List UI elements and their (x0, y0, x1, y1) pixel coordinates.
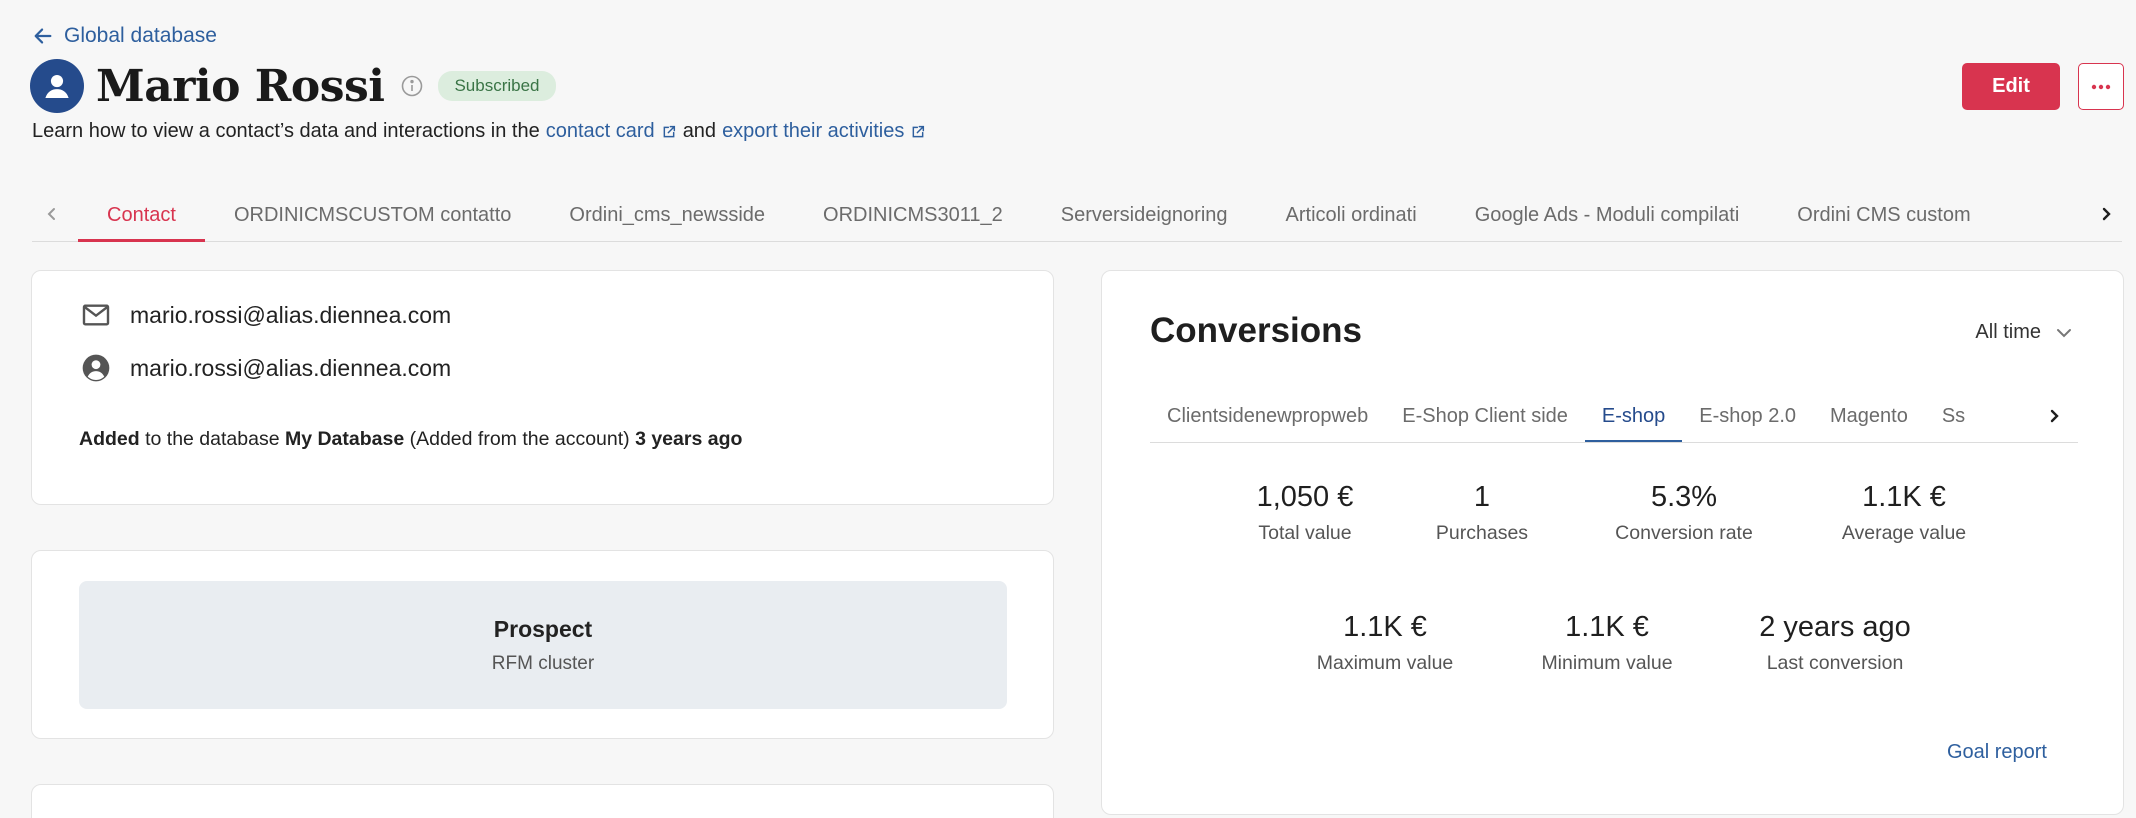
conversion-tabs-scroll-right-button[interactable] (2042, 401, 2066, 431)
tabs: Contact ORDINICMSCUSTOM contatto Ordini_… (78, 194, 2088, 242)
rfm-cluster-value: Prospect (493, 615, 593, 642)
export-activities-link[interactable]: export their activities (722, 120, 926, 143)
tab-articoli-ordinati[interactable]: Articoli ordinati (1257, 194, 1446, 242)
tab-serversideignoring[interactable]: Serversideignoring (1032, 194, 1257, 242)
stat-purchases: 1 Purchases (1436, 481, 1528, 545)
stat-value: 1,050 € (1256, 481, 1354, 513)
added-word: Added (79, 428, 140, 450)
tab-ordinicmscustom-contatto[interactable]: ORDINICMSCUSTOM contatto (205, 194, 540, 242)
stat-label: Maximum value (1316, 652, 1454, 674)
time-range-value: All time (1975, 321, 2041, 343)
tabs-scroll-right-button[interactable] (2094, 200, 2118, 228)
help-mid: and (682, 120, 717, 142)
status-badge: Subscribed (438, 71, 556, 101)
stat-average-value: 1.1K € Average value (1842, 481, 1966, 545)
chevron-left-icon (47, 208, 55, 220)
avatar (30, 59, 84, 113)
conversions-title: Conversions (1150, 311, 1362, 350)
additional-card (31, 784, 1054, 818)
tab-eshop[interactable]: E-shop (1584, 395, 1683, 442)
stat-last-conversion: 2 years ago Last conversion (1759, 611, 1911, 675)
stat-value: 2 years ago (1759, 611, 1911, 643)
tab-ordinicms3011-2[interactable]: ORDINICMS3011_2 (794, 194, 1032, 242)
tab-eshop-2[interactable]: E-shop 2.0 (1682, 395, 1813, 442)
tab-ordini-cms-custom[interactable]: Ordini CMS custom (1768, 194, 1999, 242)
contact-title-row: Mario Rossi Subscribed (30, 58, 556, 114)
tab-eshop-client-side[interactable]: E-Shop Client side (1385, 395, 1585, 442)
help-prefix: Learn how to view a contact’s data and i… (32, 120, 540, 142)
chevron-right-icon (2102, 207, 2111, 221)
added-text: to the database (145, 428, 280, 450)
tab-ordini-cms-newsside[interactable]: Ordini_cms_newsside (540, 194, 794, 242)
rfm-cluster-box: Prospect RFM cluster (79, 581, 1007, 709)
edit-button[interactable]: Edit (1962, 63, 2060, 110)
added-info: Added to the database My Database (Added… (79, 428, 742, 451)
tab-clientsidenewpropweb[interactable]: Clientsidenewpropweb (1150, 395, 1385, 442)
info-icon[interactable] (400, 74, 424, 98)
contact-identifier: mario.rossi@alias.diennea.com (130, 354, 452, 381)
more-horizontal-icon (2091, 84, 2111, 89)
stat-value: 1.1K € (1862, 481, 1946, 513)
stat-conversion-rate: 5.3% Conversion rate (1615, 481, 1753, 545)
rfm-cluster-label: RFM cluster (491, 652, 595, 674)
user-circle-icon (82, 354, 110, 382)
stat-label: Average value (1841, 522, 1967, 544)
tab-magento[interactable]: Magento (1813, 395, 1925, 442)
rfm-card: Prospect RFM cluster (31, 550, 1054, 739)
external-link-icon (912, 125, 925, 137)
tab-ss[interactable]: Ss (1925, 395, 1982, 442)
user-icon (45, 74, 69, 99)
email-row: mario.rossi@alias.diennea.com (80, 299, 451, 331)
stat-total-value: 1,050 € Total value (1257, 481, 1354, 545)
stat-label: Total value (1258, 522, 1352, 544)
stat-value: 5.3% (1650, 481, 1718, 513)
back-link-label: Global database (64, 24, 217, 47)
more-options-button[interactable] (2078, 63, 2124, 110)
stat-label: Purchases (1435, 522, 1529, 544)
stat-label: Last conversion (1766, 652, 1904, 674)
contact-tabbar: Contact ORDINICMSCUSTOM contatto Ordini_… (32, 194, 2122, 242)
contact-email: mario.rossi@alias.diennea.com (130, 301, 452, 328)
tab-contact[interactable]: Contact (78, 194, 205, 242)
stat-label: Conversion rate (1615, 522, 1753, 544)
contact-card-link[interactable]: contact card (546, 120, 677, 143)
stat-label: Minimum value (1541, 652, 1673, 674)
arrow-left-icon (34, 28, 52, 44)
contact-info-card: mario.rossi@alias.diennea.com mario.ross… (31, 270, 1054, 505)
chevron-down-icon (2057, 328, 2071, 337)
added-when: 3 years ago (635, 428, 743, 450)
external-link-icon (663, 125, 675, 137)
stat-value: 1 (1473, 481, 1491, 513)
added-source: (Added from the account) (409, 428, 630, 450)
stat-minimum-value: 1.1K € Minimum value (1541, 611, 1672, 675)
tabs-scroll-left-button[interactable] (40, 200, 64, 228)
help-text: Learn how to view a contact’s data and i… (32, 120, 926, 143)
stat-value: 1.1K € (1343, 611, 1427, 643)
stat-value: 1.1K € (1565, 611, 1649, 643)
goal-report-link[interactable]: Goal report (1947, 741, 2047, 764)
stat-maximum-value: 1.1K € Maximum value (1317, 611, 1454, 675)
conversion-source-tabs: Clientsidenewpropweb E-Shop Client side … (1150, 395, 2078, 443)
database-name: My Database (284, 428, 405, 450)
export-activities-link-label: export their activities (722, 120, 905, 142)
tab-google-ads-moduli[interactable]: Google Ads - Moduli compilati (1446, 194, 1769, 242)
contact-name: Mario Rossi (96, 60, 385, 112)
time-range-select[interactable]: All time (1975, 321, 2073, 344)
conversions-card: Conversions All time Clientsidenewpropwe… (1101, 270, 2124, 815)
identifier-row: mario.rossi@alias.diennea.com (80, 352, 451, 384)
chevron-right-icon (2050, 409, 2059, 423)
contact-card-link-label: contact card (545, 120, 655, 142)
mail-icon (82, 304, 110, 326)
back-to-global-database-link[interactable]: Global database (32, 24, 217, 48)
